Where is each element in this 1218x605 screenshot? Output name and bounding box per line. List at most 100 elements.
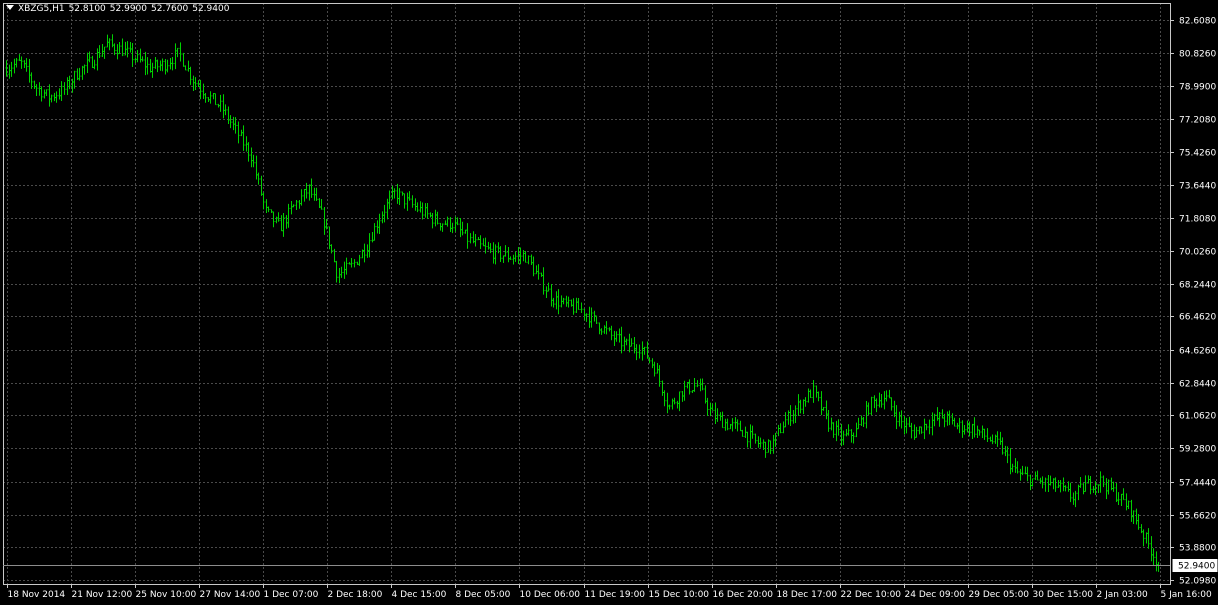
ohlc-bar: [444, 220, 447, 225]
ohlc-bar: [265, 199, 268, 214]
ohlc-bar: [166, 59, 169, 73]
ohlc-bar: [376, 220, 379, 234]
ohlc-bar: [908, 416, 911, 428]
ohlc-bar: [43, 89, 46, 99]
y-tick-label: 73.6440: [1179, 182, 1216, 192]
ohlc-bar: [1145, 532, 1148, 544]
triangle-down-icon[interactable]: [6, 5, 14, 10]
ohlc-bar: [91, 55, 94, 68]
ohlc-bar: [338, 268, 341, 284]
price-chart[interactable]: 82.6080 80.8260 78.9900 77.2080 75.4260 73.64…: [0, 0, 1218, 605]
ohlc-bar: [925, 423, 928, 431]
ohlc-bar: [671, 398, 674, 410]
ohlc-bar: [903, 416, 906, 435]
ohlc-bar: [890, 397, 893, 411]
ohlc-bar: [668, 404, 671, 410]
ohlc-bar: [156, 59, 159, 73]
ohlc-bar: [194, 77, 197, 91]
ohlc-bar: [363, 243, 366, 263]
ohlc-bar: [1016, 461, 1019, 474]
ohlc-bar: [318, 198, 321, 208]
ohlc-bar: [1026, 466, 1029, 482]
x-tick-label: 16 Dec 20:00: [713, 590, 774, 600]
ohlc-bar: [310, 178, 313, 198]
ohlc-bar: [552, 297, 555, 308]
ohlc-bar: [764, 441, 767, 458]
ohlc-bar: [333, 248, 336, 263]
ohlc-bar: [1057, 480, 1060, 488]
ohlc-bar: [673, 397, 676, 405]
ohlc-bar: [499, 246, 502, 262]
x-tick-label: 10 Dec 06:00: [520, 590, 581, 600]
ohlc-bar: [343, 261, 346, 279]
ohlc-bar: [656, 363, 659, 374]
ohlc-bar: [681, 390, 684, 402]
ohlc-bar: [701, 378, 704, 391]
ohlc-bar: [832, 422, 835, 438]
ohlc-bar: [888, 389, 891, 399]
ohlc-bar: [1014, 458, 1017, 473]
ohlc-bar: [620, 326, 623, 354]
ohlc-bar: [827, 410, 830, 432]
y-tick-label: 52.0980: [1179, 577, 1216, 587]
ohlc-bar: [635, 344, 638, 361]
ohlc-bar: [482, 238, 485, 247]
ohlc-bar: [403, 193, 406, 209]
ohlc-bar: [706, 397, 709, 416]
ohlc-bar: [35, 84, 38, 96]
y-tick-label: 70.0260: [1179, 248, 1216, 258]
ohlc-bar: [224, 104, 227, 116]
ohlc-bar: [1059, 479, 1062, 493]
ohlc-bar: [1072, 492, 1075, 505]
ohlc-bar: [895, 405, 898, 430]
ohlc-bar: [588, 306, 591, 328]
ohlc-bar: [98, 45, 101, 58]
ohlc-bar: [474, 234, 477, 247]
ohlc-bar: [202, 83, 205, 99]
ohlc-bar: [651, 358, 654, 369]
ohlc-bar: [744, 426, 747, 438]
y-tick-label: 75.4260: [1179, 149, 1216, 159]
x-tick-label: 5 Jan 16:00: [1161, 590, 1213, 600]
ohlc-bar: [976, 425, 979, 439]
ohlc-bar: [565, 295, 568, 307]
ohlc-bar: [154, 56, 157, 69]
ohlc-bar: [315, 187, 318, 201]
ohlc-bar: [948, 410, 951, 426]
price-axis: 82.6080 80.8260 78.9900 77.2080 75.4260 73.64…: [1170, 17, 1216, 587]
ohlc-bar: [232, 116, 235, 131]
ohlc-bar: [830, 417, 833, 431]
ohlc-bar: [461, 221, 464, 236]
ohlc-bar: [426, 203, 429, 219]
ohlc-bar: [769, 440, 772, 455]
ohlc-bar: [383, 204, 386, 223]
ohlc-bar: [676, 400, 679, 409]
ohlc-bar: [767, 439, 770, 453]
ohlc-bar: [817, 391, 820, 402]
ohlc-bar: [605, 321, 608, 335]
ohlc-bar: [502, 255, 505, 263]
ohlc-bar: [1019, 468, 1022, 481]
ohlc-bar: [598, 322, 601, 335]
ohlc-bar: [262, 192, 265, 210]
ohlc-bar: [860, 415, 863, 426]
ohlc-bar: [729, 424, 732, 430]
ohlc-bar: [820, 391, 823, 416]
ohlc-bar: [15, 57, 18, 68]
ohlc-bar: [845, 429, 848, 437]
ohlc-bar: [229, 115, 232, 129]
ohlc-bar: [807, 388, 810, 403]
ohlc-bar: [189, 66, 192, 85]
ohlc-bar: [754, 433, 757, 444]
ohlc-bar: [514, 251, 517, 262]
ohlc-bar: [257, 172, 260, 185]
ohlc-bar: [784, 412, 787, 428]
y-tick-label: 66.4620: [1179, 313, 1216, 323]
ohlc-bar: [885, 390, 888, 402]
low-value: 52.7600: [151, 4, 189, 14]
ohlc-bar: [595, 315, 598, 324]
ohlc-bar: [40, 86, 43, 102]
ohlc-bar: [78, 67, 81, 81]
ohlc-bar: [862, 416, 865, 427]
chart-grid: [3, 3, 1171, 585]
